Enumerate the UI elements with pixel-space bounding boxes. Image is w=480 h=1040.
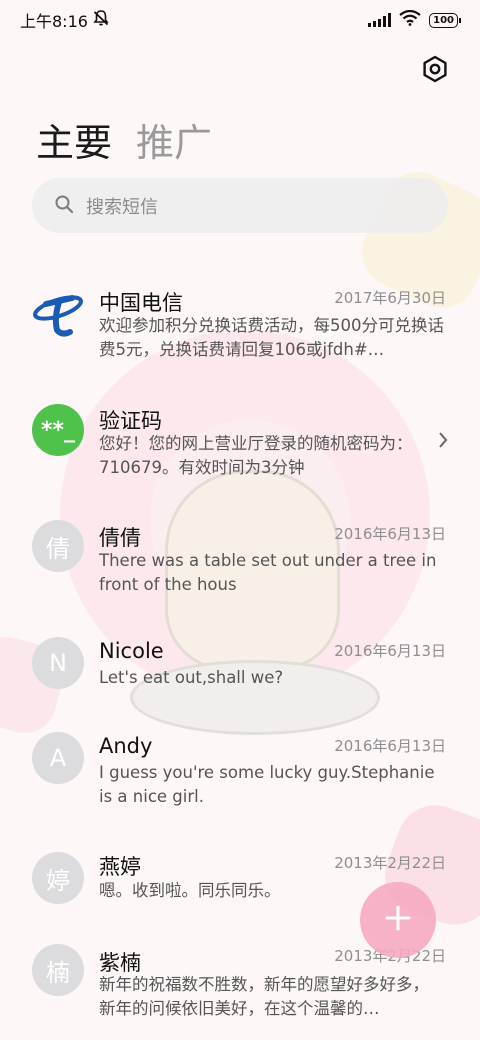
avatar: 倩 <box>32 520 84 572</box>
new-message-button[interactable] <box>360 882 436 958</box>
status-bar: 上午8:16 100 <box>0 0 480 40</box>
chevron-right-icon[interactable] <box>436 430 450 454</box>
mute-icon <box>92 9 110 31</box>
message-preview: I guess you're some lucky guy.Stephanie … <box>99 763 435 806</box>
signal-icon <box>368 13 392 27</box>
message-date: 2016年6月13日 <box>334 642 446 660</box>
message-preview: 新年的祝福数不胜数，新年的愿望好多好多，新年的问候依旧美好，在这个温馨的… <box>99 975 429 1018</box>
conversation-item[interactable]: 倩 倩倩 2016年6月13日 There was a table set ou… <box>0 518 480 608</box>
avatar: **_ <box>32 404 84 456</box>
battery-icon: 100 <box>429 12 461 28</box>
avatar: N <box>32 637 84 689</box>
wifi-icon <box>399 9 421 30</box>
avatar: 婷 <box>32 852 84 904</box>
message-preview: 欢迎参加积分兑换话费活动，每500分可兑换话费5元，兑换话费请回复106或jfd… <box>99 316 444 359</box>
conversation-item[interactable]: **_ 验证码 您好！您的网上营业厅登录的随机密码为：710679。有效时间为3… <box>0 402 480 492</box>
message-preview: There was a table set out under a tree i… <box>99 551 437 594</box>
conversation-item[interactable]: N Nicole 2016年6月13日 Let's eat out,shall … <box>0 635 480 705</box>
conversation-item[interactable]: 中国电信 2017年6月30日 欢迎参加积分兑换话费活动，每500分可兑换话费5… <box>0 280 480 380</box>
message-preview: 您好！您的网上营业厅登录的随机密码为：710679。有效时间为3分钟 <box>99 434 413 477</box>
contact-name: 中国电信 <box>99 291 183 315</box>
avatar: 楠 <box>32 944 84 996</box>
settings-icon[interactable] <box>420 54 450 84</box>
message-preview: Let's eat out,shall we? <box>99 668 284 687</box>
search-input[interactable]: 搜索短信 <box>86 193 158 219</box>
folder-tabs: 主要 推广 <box>36 112 212 167</box>
tab-main[interactable]: 主要 <box>36 112 112 167</box>
status-time: 上午8:16 <box>20 12 88 31</box>
search-bar[interactable]: 搜索短信 <box>32 178 448 233</box>
message-date: 2016年6月13日 <box>334 737 446 755</box>
conversation-item[interactable]: A Andy 2016年6月13日 I guess you're some lu… <box>0 730 480 820</box>
contact-name: 倩倩 <box>99 526 141 550</box>
message-date: 2017年6月30日 <box>334 289 446 307</box>
message-date: 2013年2月22日 <box>334 854 446 872</box>
message-date: 2016年6月13日 <box>334 525 446 543</box>
contact-name: Andy <box>99 734 153 758</box>
search-icon <box>54 194 74 218</box>
avatar: A <box>32 732 84 784</box>
plus-icon <box>384 904 412 936</box>
tab-promotions[interactable]: 推广 <box>136 112 212 167</box>
contact-name: 燕婷 <box>99 855 141 879</box>
contact-name: 验证码 <box>99 409 162 433</box>
china-telecom-logo <box>32 288 84 340</box>
contact-name: Nicole <box>99 639 164 663</box>
